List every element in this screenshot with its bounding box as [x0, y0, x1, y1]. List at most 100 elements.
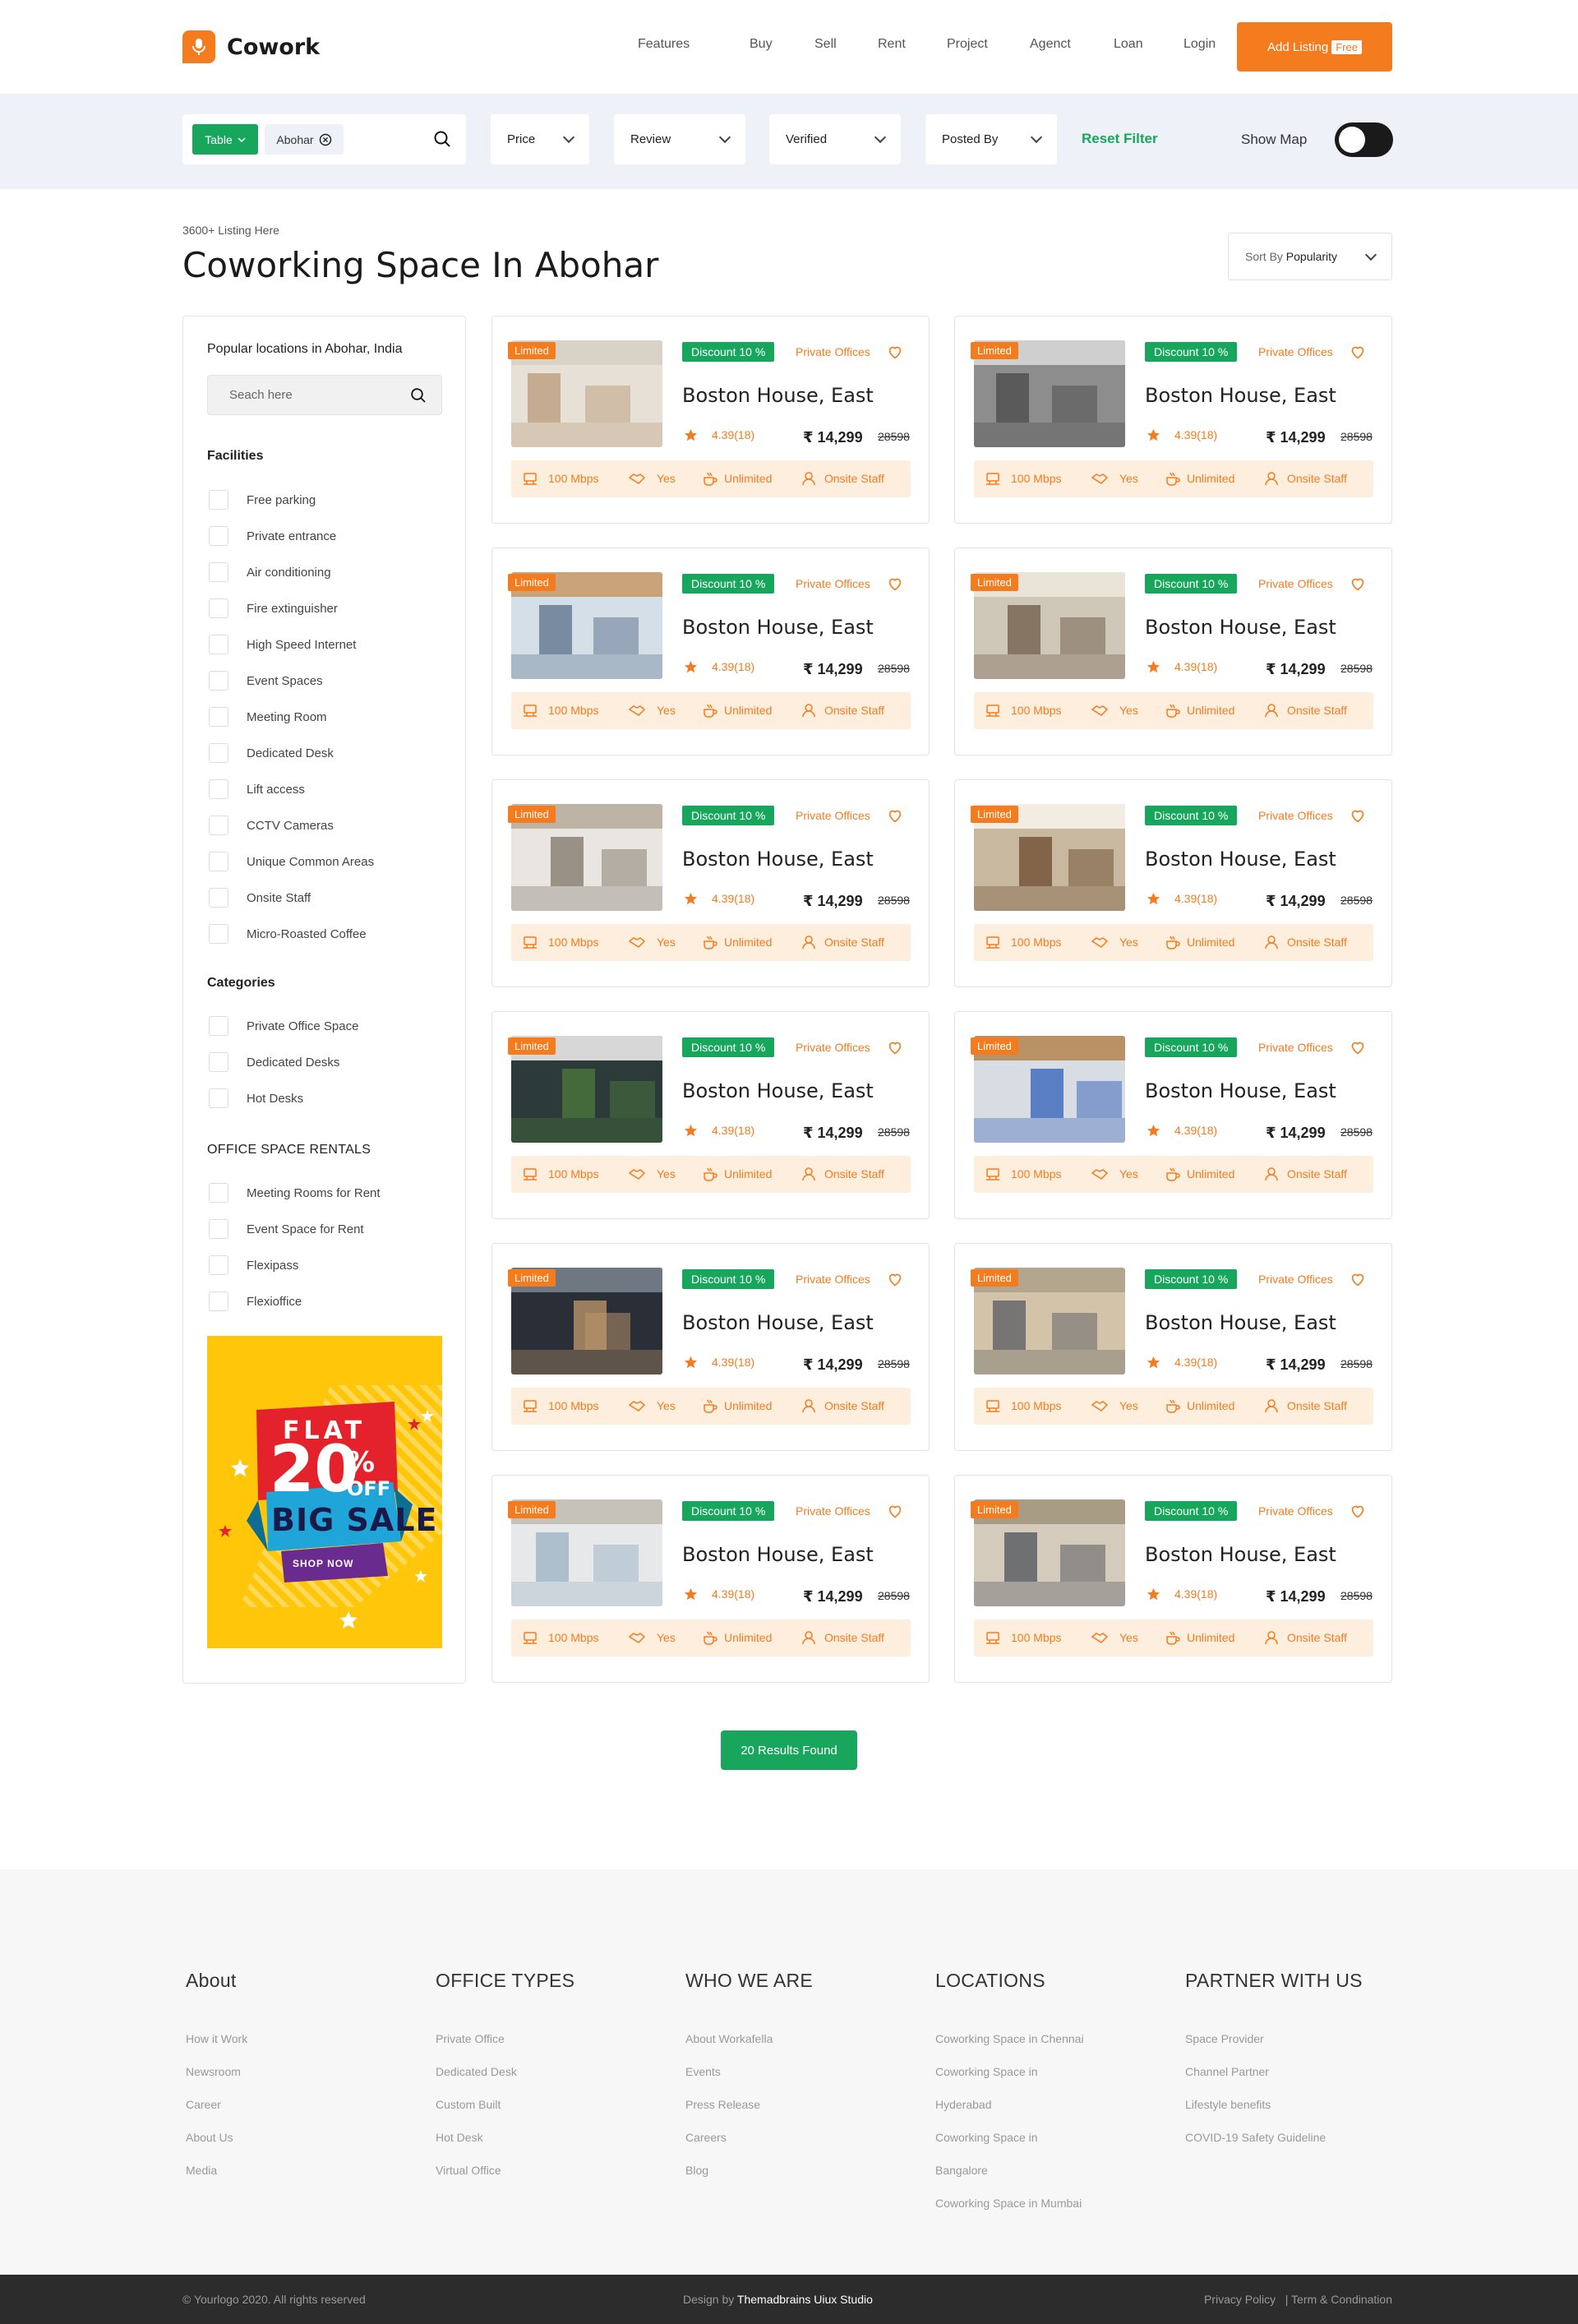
- nav-features[interactable]: Features: [638, 37, 690, 52]
- listing-name[interactable]: Boston House, East: [1145, 1543, 1336, 1566]
- nav-login[interactable]: Login: [1184, 37, 1216, 52]
- listing-card[interactable]: Limited Discount 10 % Private Offices Bo…: [954, 1011, 1392, 1219]
- reset-filter-link[interactable]: Reset Filter: [1082, 131, 1158, 147]
- checkbox-option[interactable]: CCTV Cameras: [209, 815, 334, 835]
- checkbox[interactable]: [209, 598, 228, 618]
- checkbox[interactable]: [209, 888, 228, 908]
- footer-link[interactable]: Blog: [685, 2154, 813, 2187]
- sort-dropdown[interactable]: Sort By Popularity: [1228, 233, 1392, 280]
- checkbox[interactable]: [209, 526, 228, 546]
- checkbox[interactable]: [209, 1255, 228, 1275]
- checkbox-option[interactable]: Event Spaces: [209, 671, 323, 691]
- terms-link[interactable]: | Term & Condination: [1285, 2293, 1392, 2306]
- listing-name[interactable]: Boston House, East: [1145, 1311, 1336, 1334]
- checkbox[interactable]: [209, 490, 228, 510]
- heart-icon[interactable]: [1349, 575, 1367, 593]
- show-map-toggle[interactable]: [1335, 122, 1393, 157]
- listing-card[interactable]: Limited Discount 10 % Private Offices Bo…: [954, 316, 1392, 524]
- listing-card[interactable]: Limited Discount 10 % Private Offices Bo…: [954, 548, 1392, 755]
- listing-name[interactable]: Boston House, East: [682, 384, 874, 407]
- heart-icon[interactable]: [1349, 806, 1367, 825]
- checkbox-option[interactable]: Micro-Roasted Coffee: [209, 924, 367, 944]
- listing-card[interactable]: Limited Discount 10 % Private Offices Bo…: [491, 779, 930, 987]
- heart-icon[interactable]: [886, 1038, 904, 1056]
- checkbox[interactable]: [209, 815, 228, 835]
- listing-name[interactable]: Boston House, East: [1145, 848, 1336, 871]
- promo-shop-now[interactable]: SHOP NOW: [293, 1558, 353, 1569]
- footer-link[interactable]: Hyderabad: [935, 2088, 1084, 2121]
- heart-icon[interactable]: [886, 343, 904, 361]
- remove-chip-icon[interactable]: [319, 133, 332, 146]
- nav-project[interactable]: Project: [947, 37, 988, 52]
- footer-link[interactable]: Coworking Space in: [935, 2055, 1084, 2088]
- listing-card[interactable]: Limited Discount 10 % Private Offices Bo…: [954, 779, 1392, 987]
- checkbox-option[interactable]: Dedicated Desk: [209, 743, 334, 763]
- footer-link[interactable]: Custom Built: [436, 2088, 574, 2121]
- listing-name[interactable]: Boston House, East: [682, 1079, 874, 1102]
- footer-link[interactable]: Hot Desk: [436, 2121, 574, 2154]
- checkbox-option[interactable]: Meeting Room: [209, 707, 327, 727]
- footer-link[interactable]: About Us: [186, 2121, 247, 2154]
- heart-icon[interactable]: [1349, 1502, 1367, 1520]
- checkbox[interactable]: [209, 1219, 228, 1239]
- listing-card[interactable]: Limited Discount 10 % Private Offices Bo…: [954, 1475, 1392, 1683]
- brand-logo[interactable]: Cowork: [182, 30, 320, 63]
- listing-name[interactable]: Boston House, East: [682, 1311, 874, 1334]
- listing-name[interactable]: Boston House, East: [1145, 1079, 1336, 1102]
- checkbox[interactable]: [209, 852, 228, 871]
- location-search-box[interactable]: Table Abohar: [182, 114, 466, 164]
- footer-link[interactable]: Virtual Office: [436, 2154, 574, 2187]
- checkbox[interactable]: [209, 1088, 228, 1108]
- design-studio[interactable]: Themadbrains Uiux Studio: [737, 2293, 873, 2306]
- checkbox[interactable]: [209, 743, 228, 763]
- checkbox-option[interactable]: Meeting Rooms for Rent: [209, 1183, 381, 1203]
- footer-link[interactable]: Dedicated Desk: [436, 2055, 574, 2088]
- heart-icon[interactable]: [1349, 1038, 1367, 1056]
- footer-link[interactable]: Events: [685, 2055, 813, 2088]
- heart-icon[interactable]: [1349, 343, 1367, 361]
- nav-rent[interactable]: Rent: [878, 37, 906, 52]
- checkbox-option[interactable]: High Speed Internet: [209, 635, 356, 654]
- review-dropdown[interactable]: Review: [614, 114, 745, 164]
- footer-link[interactable]: Media: [186, 2154, 247, 2187]
- nav-buy[interactable]: Buy: [750, 37, 773, 52]
- footer-link[interactable]: Careers: [685, 2121, 813, 2154]
- price-dropdown[interactable]: Price: [491, 114, 589, 164]
- checkbox-option[interactable]: Onsite Staff: [209, 888, 311, 908]
- listing-card[interactable]: Limited Discount 10 % Private Offices Bo…: [491, 548, 930, 755]
- checkbox-option[interactable]: Event Space for Rent: [209, 1219, 364, 1239]
- listing-name[interactable]: Boston House, East: [1145, 616, 1336, 639]
- checkbox[interactable]: [209, 779, 228, 799]
- checkbox[interactable]: [209, 1291, 228, 1311]
- heart-icon[interactable]: [886, 1270, 904, 1288]
- checkbox-option[interactable]: Hot Desks: [209, 1088, 303, 1108]
- search-icon[interactable]: [433, 130, 451, 148]
- footer-link[interactable]: Coworking Space in Chennai: [935, 2022, 1084, 2055]
- listing-name[interactable]: Boston House, East: [682, 1543, 874, 1566]
- heart-icon[interactable]: [886, 575, 904, 593]
- checkbox-option[interactable]: Flexipass: [209, 1255, 298, 1275]
- footer-link[interactable]: Lifestyle benefits: [1185, 2088, 1363, 2121]
- heart-icon[interactable]: [1349, 1270, 1367, 1288]
- footer-link[interactable]: Channel Partner: [1185, 2055, 1363, 2088]
- checkbox[interactable]: [209, 1183, 228, 1203]
- footer-link[interactable]: COVID-19 Safety Guideline: [1185, 2121, 1363, 2154]
- checkbox-option[interactable]: Private entrance: [209, 526, 336, 546]
- nav-agenct[interactable]: Agenct: [1030, 37, 1071, 52]
- footer-link[interactable]: Private Office: [436, 2022, 574, 2055]
- footer-link[interactable]: Press Release: [685, 2088, 813, 2121]
- listing-card[interactable]: Limited Discount 10 % Private Offices Bo…: [491, 1243, 930, 1451]
- add-listing-button[interactable]: Add Listing Free: [1237, 22, 1392, 72]
- footer-link[interactable]: Newsroom: [186, 2055, 247, 2088]
- footer-link[interactable]: How it Work: [186, 2022, 247, 2055]
- checkbox[interactable]: [209, 707, 228, 727]
- city-chip[interactable]: Abohar: [265, 124, 344, 155]
- listing-card[interactable]: Limited Discount 10 % Private Offices Bo…: [491, 316, 930, 524]
- checkbox[interactable]: [209, 562, 228, 582]
- checkbox-option[interactable]: Air conditioning: [209, 562, 331, 582]
- footer-link[interactable]: Coworking Space in: [935, 2121, 1084, 2154]
- checkbox-option[interactable]: Fire extinguisher: [209, 598, 338, 618]
- checkbox[interactable]: [209, 924, 228, 944]
- verified-dropdown[interactable]: Verified: [769, 114, 901, 164]
- listing-name[interactable]: Boston House, East: [682, 848, 874, 871]
